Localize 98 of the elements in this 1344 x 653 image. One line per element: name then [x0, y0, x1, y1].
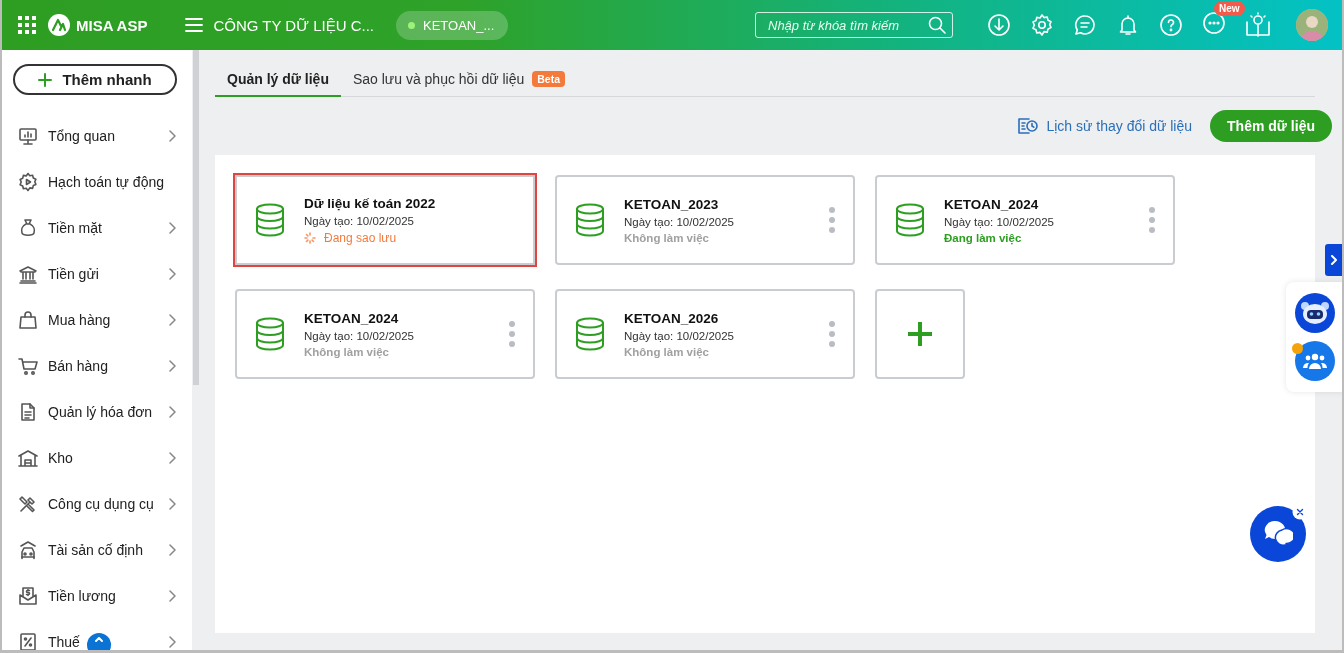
new-badge: New: [1214, 1, 1245, 16]
database-icon: [254, 203, 286, 237]
status-label: Đang sao lưu: [324, 230, 397, 245]
cart-icon: [18, 356, 38, 376]
sidebar-item[interactable]: Hạch toán tự động: [2, 159, 192, 205]
add-database-card[interactable]: [875, 289, 965, 379]
download-icon[interactable]: [987, 13, 1011, 37]
avatar[interactable]: [1296, 9, 1328, 41]
warehouse-icon: [18, 448, 38, 468]
tab[interactable]: Sao lưu và phục hồi dữ liệu Beta: [340, 63, 577, 97]
database-name: KETOAN_2023: [624, 196, 720, 212]
database-card[interactable]: KETOAN_2023 Ngày tạo: 10/02/2025 Không làm việc: [553, 173, 857, 267]
sidebar-item[interactable]: Thuế: [2, 619, 192, 650]
created-date: Ngày tạo: 10/02/2025: [624, 329, 735, 342]
database-card[interactable]: KETOAN_2024 Ngày tạo: 10/02/2025 Đang làm việc: [873, 173, 1177, 267]
chat-bubbles-icon: [1263, 520, 1293, 548]
chevron-right-icon: [168, 406, 176, 418]
payroll-icon: [18, 586, 38, 606]
app-name: MISA ASP: [76, 16, 148, 34]
chevron-right-icon: [168, 130, 176, 142]
history-link[interactable]: Lịch sử thay đổi dữ liệu: [1018, 117, 1193, 135]
more-options-icon[interactable]: [827, 319, 837, 349]
chevron-right-icon: [1329, 255, 1338, 265]
chevron-right-icon: [168, 314, 176, 326]
sidebar-item[interactable]: Mua hàng: [2, 297, 192, 343]
shopping-bag-icon: [18, 310, 38, 330]
robot-assistant-button[interactable]: [1295, 293, 1335, 333]
more-options-icon[interactable]: [827, 205, 837, 235]
status-label: Không làm việc: [624, 345, 709, 358]
expand-panel-button[interactable]: [1325, 244, 1342, 276]
chevron-right-icon: [168, 452, 176, 464]
logo-icon: [48, 14, 70, 36]
database-card[interactable]: KETOAN_2024 Ngày tạo: 10/02/2025 Không làm việc: [233, 287, 537, 381]
menu-icon[interactable]: [185, 17, 204, 33]
more-options-icon[interactable]: [507, 319, 517, 349]
sidebar-item[interactable]: Tiền lương: [2, 573, 192, 619]
sidebar-item[interactable]: Quản lý hóa đơn: [2, 389, 192, 435]
bank-icon: [18, 264, 38, 284]
created-date: Ngày tạo: 10/02/2025: [944, 215, 1055, 228]
robot-icon: [1300, 300, 1330, 326]
chevron-right-icon: [168, 636, 176, 648]
chevron-right-icon: [168, 268, 176, 280]
database-name: KETOAN_2024: [944, 196, 1040, 212]
gear-play-icon: [18, 172, 38, 192]
created-date: Ngày tạo: 10/02/2025: [624, 215, 735, 228]
monitor-icon: [18, 126, 38, 146]
lightbulb-book-icon[interactable]: [1245, 12, 1271, 38]
sidebar-item[interactable]: Tài sản cố định: [2, 527, 192, 573]
tools-icon: [18, 494, 38, 514]
database-icon: [574, 203, 606, 237]
created-date: Ngày tạo: 10/02/2025: [304, 214, 415, 227]
plus-icon: [38, 72, 53, 87]
sidebar-item[interactable]: Công cụ dụng cụ: [2, 481, 192, 527]
scroll-up-button[interactable]: [87, 633, 111, 650]
history-icon: [1018, 117, 1039, 135]
notification-dot: [1292, 343, 1303, 354]
database-icon: [894, 203, 926, 237]
sidebar-item[interactable]: Tổng quan: [2, 113, 192, 159]
database-icon: [254, 317, 286, 351]
help-icon[interactable]: [1159, 13, 1183, 37]
sidebar-item[interactable]: Tiền mặt: [2, 205, 192, 251]
person-silhouette-icon: [1296, 9, 1328, 41]
car-icon: [18, 540, 38, 560]
document-icon: [18, 402, 38, 422]
sidebar-item[interactable]: Tiền gửi: [2, 251, 192, 297]
search-icon[interactable]: [928, 16, 946, 34]
chevron-right-icon: [168, 590, 176, 602]
status-label: Đang làm việc: [944, 231, 1022, 244]
apps-grid-icon[interactable]: [18, 16, 36, 34]
created-date: Ngày tạo: 10/02/2025: [304, 329, 415, 342]
chevron-right-icon: [168, 498, 176, 510]
database-name: KETOAN_2026: [624, 310, 720, 326]
quick-add-button[interactable]: Thêm nhanh: [13, 64, 177, 95]
sidebar-item[interactable]: Kho: [2, 435, 192, 481]
chevron-right-icon: [168, 544, 176, 556]
status-label: Không làm việc: [624, 231, 709, 244]
community-button[interactable]: [1295, 341, 1335, 381]
database-card[interactable]: Dữ liệu kế toán 2022 Ngày tạo: 10/02/2025 Đang sao lưu: [233, 173, 537, 267]
scrollbar-thumb[interactable]: [193, 50, 199, 385]
database-name: Dữ liệu kế toán 2022: [304, 195, 437, 211]
database-card[interactable]: KETOAN_2026 Ngày tạo: 10/02/2025 Không làm việc: [553, 287, 857, 381]
more-options-icon[interactable]: [1147, 205, 1157, 235]
plus-icon: [905, 319, 935, 349]
settings-icon[interactable]: [1030, 13, 1054, 37]
search-field[interactable]: Nhập từ khóa tìm kiếm: [755, 12, 953, 38]
tax-icon: [18, 632, 38, 650]
group-icon: [1303, 351, 1327, 371]
sidebar-item[interactable]: Bán hàng: [2, 343, 192, 389]
beta-badge: Beta: [532, 71, 565, 87]
money-bag-icon: [18, 218, 38, 238]
chat-icon[interactable]: [1073, 13, 1097, 37]
status-label: Không làm việc: [304, 345, 389, 358]
database-name: KETOAN_2024: [304, 310, 400, 326]
more-icon[interactable]: [1202, 11, 1226, 35]
chevron-right-icon: [168, 222, 176, 234]
database-icon: [574, 317, 606, 351]
tab[interactable]: Quản lý dữ liệu: [215, 63, 341, 97]
chevron-right-icon: [168, 360, 176, 372]
